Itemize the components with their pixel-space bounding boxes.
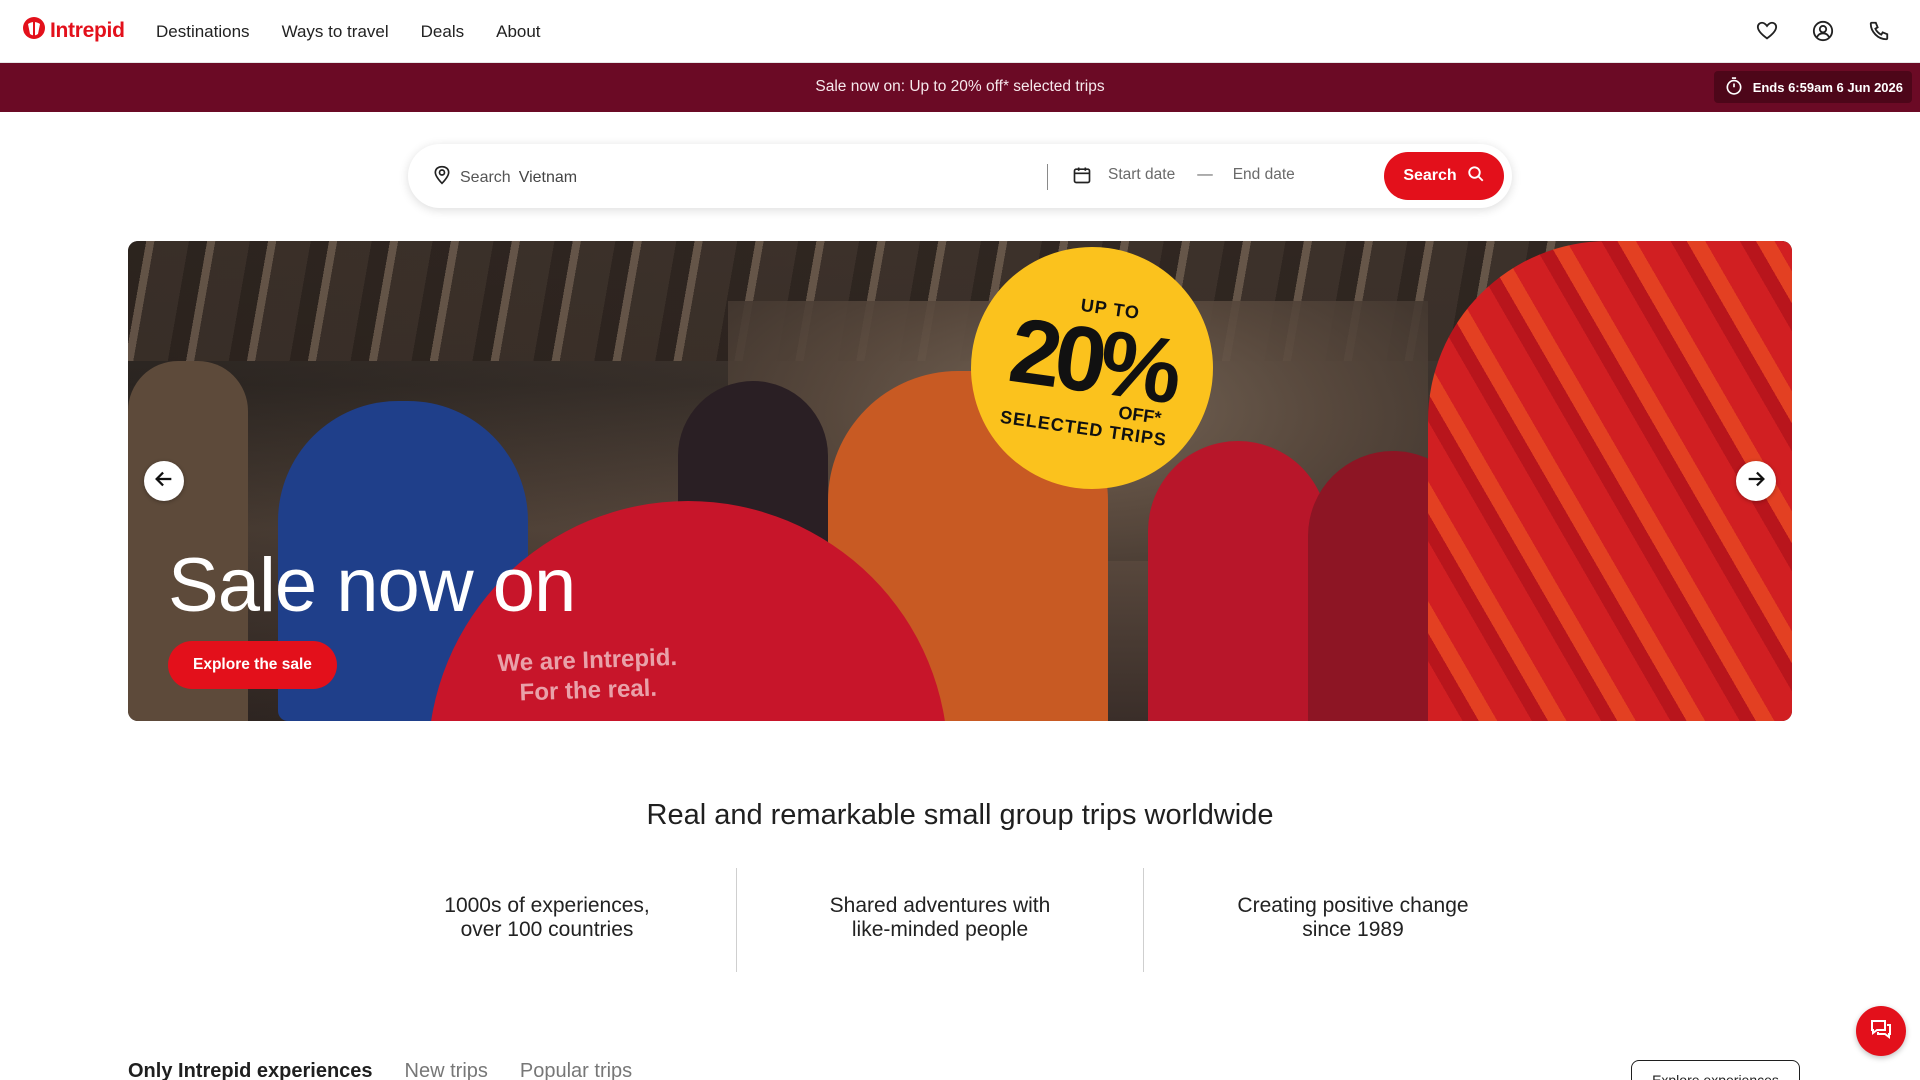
- carousel-prev-button[interactable]: [144, 461, 184, 501]
- hero-carousel: We are Intrepid. For the real. UP TO 20%…: [128, 241, 1792, 721]
- value-prop-line: Creating positive change: [1237, 894, 1469, 917]
- site-header: Intrepid Destinations Ways to travel Dea…: [0, 0, 1920, 63]
- start-date-field[interactable]: Start date: [1108, 166, 1175, 184]
- main-nav: Destinations Ways to travel Deals About: [156, 0, 541, 63]
- intrepid-logo[interactable]: Intrepid: [22, 16, 125, 46]
- value-prop: Creating positive change since 1989: [1192, 894, 1514, 942]
- nav-deals[interactable]: Deals: [421, 22, 464, 42]
- header-actions: [1754, 18, 1892, 44]
- tab-only-intrepid-experiences[interactable]: Only Intrepid experiences: [128, 1060, 373, 1080]
- stopwatch-icon: [1724, 76, 1744, 99]
- value-prop-line: since 1989: [1302, 918, 1404, 941]
- explore-experiences-button[interactable]: Explore experiences: [1631, 1060, 1800, 1080]
- date-separator: —: [1197, 166, 1213, 183]
- trip-tabs: Only Intrepid experiences New trips Popu…: [128, 1060, 632, 1080]
- trip-search-bar: Search Start date — End date Search: [408, 144, 1512, 208]
- hero-photo-person: [1148, 441, 1328, 721]
- search-button-label: Search: [1403, 167, 1457, 184]
- value-prop-line: like-minded people: [851, 918, 1029, 941]
- nav-about[interactable]: About: [496, 22, 540, 42]
- hero-photo-shirt-text: We are Intrepid. For the real.: [497, 643, 679, 709]
- search-divider: [1047, 164, 1048, 190]
- hero-title: Sale now on: [168, 543, 576, 628]
- location-pin-icon: [432, 164, 452, 191]
- value-prop-line: over 100 countries: [460, 918, 634, 941]
- chat-icon: [1869, 1017, 1893, 1046]
- divider: [736, 868, 737, 972]
- nav-ways-to-travel[interactable]: Ways to travel: [282, 22, 389, 42]
- tab-popular-trips[interactable]: Popular trips: [520, 1060, 632, 1080]
- heart-icon[interactable]: [1754, 18, 1780, 44]
- destination-input[interactable]: [518, 168, 1039, 187]
- tab-new-trips[interactable]: New trips: [405, 1060, 488, 1080]
- end-date-field[interactable]: End date: [1233, 166, 1295, 184]
- badge-percent: 20%: [1003, 298, 1183, 423]
- section-tagline: Real and remarkable small group trips wo…: [646, 799, 1274, 831]
- calendar-icon: [1072, 164, 1092, 186]
- phone-icon[interactable]: [1866, 18, 1892, 44]
- value-prop-line: 1000s of experiences,: [444, 894, 650, 917]
- countdown-text: Ends 6:59am 6 Jun 2026: [1752, 79, 1903, 95]
- value-prop: Shared adventures with like-minded peopl…: [786, 894, 1094, 942]
- search-icon: [1467, 165, 1485, 188]
- nav-destinations[interactable]: Destinations: [156, 22, 250, 42]
- date-range-picker[interactable]: Start date — End date: [1072, 164, 1295, 186]
- arrow-left-icon: [153, 468, 175, 495]
- carousel-next-button[interactable]: [1736, 461, 1776, 501]
- divider: [1143, 868, 1144, 972]
- value-prop: 1000s of experiences, over 100 countries: [400, 894, 694, 942]
- destination-field: Search: [432, 164, 1039, 191]
- search-field-label: Search: [460, 168, 511, 186]
- value-prop-line: Shared adventures with: [829, 894, 1051, 917]
- shirt-text-line: For the real.: [519, 674, 658, 707]
- account-icon[interactable]: [1810, 18, 1836, 44]
- search-button[interactable]: Search: [1384, 152, 1504, 200]
- logo-icon: [22, 16, 46, 46]
- brand-name: Intrepid: [50, 19, 125, 42]
- arrow-right-icon: [1745, 468, 1767, 495]
- promo-banner[interactable]: Sale now on: Up to 20% off* selected tri…: [0, 63, 1920, 112]
- promo-text[interactable]: Sale now on: Up to 20% off* selected tri…: [0, 78, 1920, 96]
- sale-countdown: Ends 6:59am 6 Jun 2026: [1713, 71, 1912, 103]
- chat-button[interactable]: [1856, 1006, 1906, 1056]
- explore-sale-button[interactable]: Explore the sale: [168, 641, 337, 689]
- value-props: 1000s of experiences, over 100 countries…: [0, 868, 1920, 972]
